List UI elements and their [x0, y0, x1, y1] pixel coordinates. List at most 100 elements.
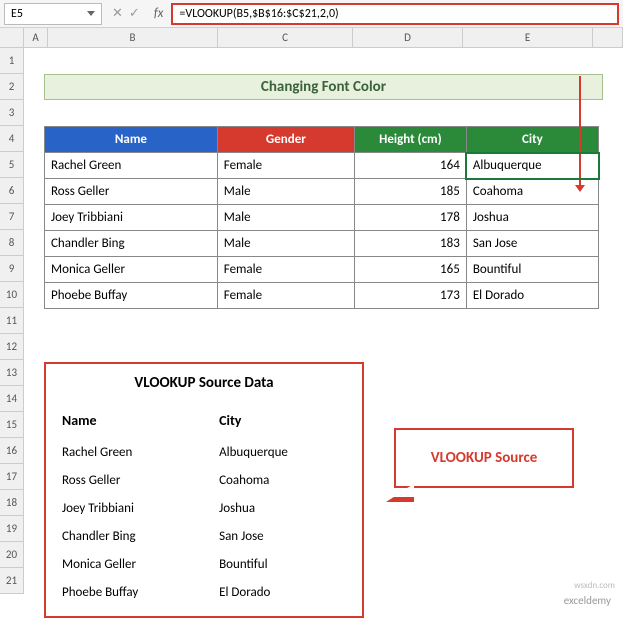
row-header-14[interactable]: 14: [0, 386, 23, 412]
source-row: Rachel GreenAlbuquerque: [62, 439, 346, 465]
col-header-E[interactable]: E: [463, 28, 593, 47]
row-header-5[interactable]: 5: [0, 152, 23, 178]
row-header-11[interactable]: 11: [0, 308, 23, 334]
watermark-wsx: wsxdn.com: [574, 580, 615, 591]
table-row: Monica GellerFemale165Bountiful: [45, 257, 599, 283]
row-header-19[interactable]: 19: [0, 516, 23, 542]
row-headers: 123456789101112131415161718192021: [0, 48, 24, 594]
name-box[interactable]: E5: [4, 3, 102, 25]
cell-gender[interactable]: Male: [217, 179, 354, 205]
cell-gender[interactable]: Female: [217, 257, 354, 283]
source-row: Chandler BingSan Jose: [62, 523, 346, 549]
cell-height[interactable]: 165: [355, 257, 467, 283]
source-cell-name[interactable]: Phoebe Buffay: [62, 579, 217, 605]
col-header-corner[interactable]: [0, 28, 24, 47]
cell-name[interactable]: Monica Geller: [45, 257, 218, 283]
name-box-value: E5: [11, 7, 23, 21]
main-table: Name Gender Height (cm) City Rachel Gree…: [44, 126, 599, 309]
header-height[interactable]: Height (cm): [355, 127, 467, 153]
cell-gender[interactable]: Female: [217, 153, 354, 179]
cell-name[interactable]: Rachel Green: [45, 153, 218, 179]
table-row: Phoebe BuffayFemale173El Dorado: [45, 283, 599, 309]
source-cell-name[interactable]: Joey Tribbiani: [62, 495, 217, 521]
source-cell-city[interactable]: Coahoma: [219, 467, 346, 493]
col-header-A[interactable]: A: [24, 28, 48, 47]
col-header-B[interactable]: B: [48, 28, 218, 47]
source-cell-name[interactable]: Chandler Bing: [62, 523, 217, 549]
source-row: Joey TribbianiJoshua: [62, 495, 346, 521]
row-header-4[interactable]: 4: [0, 126, 23, 152]
source-row: Monica GellerBountiful: [62, 551, 346, 577]
row-header-18[interactable]: 18: [0, 490, 23, 516]
cell-height[interactable]: 164: [355, 153, 467, 179]
row-header-20[interactable]: 20: [0, 542, 23, 568]
row-header-21[interactable]: 21: [0, 568, 23, 594]
row-header-1[interactable]: 1: [0, 48, 23, 74]
formula-buttons: ✕ ✓: [106, 6, 146, 21]
table-row: Ross GellerMale185Coahoma: [45, 179, 599, 205]
col-header-C[interactable]: C: [218, 28, 353, 47]
cell-gender[interactable]: Female: [217, 283, 354, 309]
source-cell-name[interactable]: Monica Geller: [62, 551, 217, 577]
source-cell-name[interactable]: Ross Geller: [62, 467, 217, 493]
row-header-13[interactable]: 13: [0, 360, 23, 386]
cell-gender[interactable]: Male: [217, 231, 354, 257]
cell-city[interactable]: Joshua: [466, 205, 598, 231]
cell-city[interactable]: San Jose: [466, 231, 598, 257]
cell-height[interactable]: 183: [355, 231, 467, 257]
accept-icon[interactable]: ✓: [129, 6, 140, 21]
spreadsheet-grid: ABCDE 123456789101112131415161718192021 …: [0, 28, 623, 594]
cells-area[interactable]: Changing Font Color Name Gender Height (…: [24, 48, 623, 594]
source-data-box: VLOOKUP Source Data Name City Rachel Gre…: [44, 362, 364, 618]
sheet-title: Changing Font Color: [44, 74, 603, 100]
source-cell-name[interactable]: Rachel Green: [62, 439, 217, 465]
row-header-12[interactable]: 12: [0, 334, 23, 360]
row-header-7[interactable]: 7: [0, 204, 23, 230]
table-row: Rachel GreenFemale164Albuquerque: [45, 153, 599, 179]
cell-city[interactable]: El Dorado: [466, 283, 598, 309]
source-cell-city[interactable]: Albuquerque: [219, 439, 346, 465]
chevron-down-icon[interactable]: [87, 11, 95, 16]
header-gender[interactable]: Gender: [217, 127, 354, 153]
callout-tail-icon: [392, 484, 414, 497]
row-header-9[interactable]: 9: [0, 256, 23, 282]
row-header-8[interactable]: 8: [0, 230, 23, 256]
row-header-6[interactable]: 6: [0, 178, 23, 204]
row-header-3[interactable]: 3: [0, 100, 23, 126]
header-name[interactable]: Name: [45, 127, 218, 153]
row-header-10[interactable]: 10: [0, 282, 23, 308]
cell-name[interactable]: Ross Geller: [45, 179, 218, 205]
cell-name[interactable]: Phoebe Buffay: [45, 283, 218, 309]
cell-city[interactable]: Albuquerque: [466, 153, 598, 179]
cell-gender[interactable]: Male: [217, 205, 354, 231]
row-header-16[interactable]: 16: [0, 438, 23, 464]
formula-input[interactable]: =VLOOKUP(B5,$B$16:$C$21,2,0): [171, 3, 619, 25]
column-headers: ABCDE: [0, 28, 623, 48]
cell-city[interactable]: Bountiful: [466, 257, 598, 283]
table-row: Joey TribbianiMale178Joshua: [45, 205, 599, 231]
cell-name[interactable]: Joey Tribbiani: [45, 205, 218, 231]
table-row: Chandler BingMale183San Jose: [45, 231, 599, 257]
source-table: Name City Rachel GreenAlbuquerqueRoss Ge…: [60, 406, 348, 607]
source-row: Phoebe BuffayEl Dorado: [62, 579, 346, 605]
source-cell-city[interactable]: Joshua: [219, 495, 346, 521]
cell-height[interactable]: 185: [355, 179, 467, 205]
formula-text: =VLOOKUP(B5,$B$16:$C$21,2,0): [179, 7, 338, 21]
col-header-corner[interactable]: [593, 28, 623, 47]
formula-bar: E5 ✕ ✓ fx =VLOOKUP(B5,$B$16:$C$21,2,0): [0, 0, 623, 28]
cell-height[interactable]: 178: [355, 205, 467, 231]
fx-icon[interactable]: fx: [150, 6, 168, 21]
cancel-icon[interactable]: ✕: [112, 6, 123, 21]
source-cell-city[interactable]: Bountiful: [219, 551, 346, 577]
source-cell-city[interactable]: El Dorado: [219, 579, 346, 605]
source-cell-city[interactable]: San Jose: [219, 523, 346, 549]
row-header-15[interactable]: 15: [0, 412, 23, 438]
cell-name[interactable]: Chandler Bing: [45, 231, 218, 257]
row-header-2[interactable]: 2: [0, 74, 23, 100]
source-row: Ross GellerCoahoma: [62, 467, 346, 493]
cell-height[interactable]: 173: [355, 283, 467, 309]
source-header-name: Name: [62, 408, 217, 437]
row-header-17[interactable]: 17: [0, 464, 23, 490]
source-header-city: City: [219, 408, 346, 437]
col-header-D[interactable]: D: [353, 28, 463, 47]
